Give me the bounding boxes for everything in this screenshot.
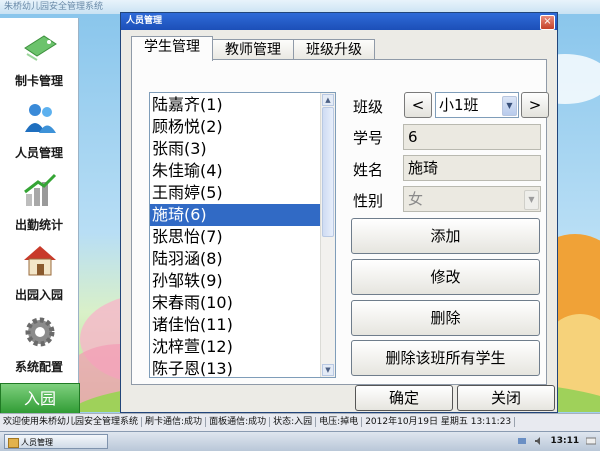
nav-personnel-management[interactable]: 人员管理 [0,96,78,164]
status-welcome: 欢迎使用朱桥幼儿园安全管理系统 [0,417,143,427]
nav-attendance-stats[interactable]: 出勤统计 [0,168,78,236]
nav-card-management[interactable]: 制卡管理 [0,24,78,92]
list-item[interactable]: 朱佳瑜(4) [150,160,323,182]
gender-select[interactable]: 女 ▼ [403,186,541,212]
dialog-title-bar[interactable]: 人员管理 × [121,13,557,30]
gender-label: 性别 [353,192,384,210]
scroll-thumb[interactable] [322,107,334,237]
list-item[interactable]: 张思怡(7) [150,226,323,248]
scroll-down-icon[interactable]: ▼ [322,364,334,376]
status-bar: 欢迎使用朱桥幼儿园安全管理系统 刷卡通信:成功 面板通信:成功 状态:入园 电压:掉电 2… [0,413,600,431]
status-panel-comm: 面板通信:成功 [206,417,271,427]
card-icon [24,35,57,61]
entry-button[interactable]: 入园 [0,383,80,415]
tab-class-upgrade[interactable]: 班级升级 [293,39,375,61]
status-voltage: 电压:掉电 [316,417,363,427]
class-label: 班级 [353,98,384,116]
list-item[interactable]: 陆羽涵(8) [150,248,323,270]
nav-label: 出园入园 [14,288,63,302]
list-item[interactable]: 陆嘉齐(1) [150,94,323,116]
nav-label: 系统配置 [14,360,63,374]
bar-chart-icon [24,173,57,206]
list-item[interactable]: 陈子恩(13) [150,358,323,377]
delete-all-students-button[interactable]: 删除该班所有学生 [351,340,540,376]
cancel-button[interactable]: 关闭 [457,385,555,411]
class-select[interactable]: 小1班 ▼ [435,92,519,118]
edit-button[interactable]: 修改 [351,259,540,295]
name-field[interactable]: 施琦 [403,155,541,181]
list-item[interactable]: 诸佳怡(11) [150,314,323,336]
app-title: 朱桥幼儿园安全管理系统 [4,2,104,12]
next-class-button[interactable]: > [521,92,549,118]
ok-button[interactable]: 确定 [355,385,453,411]
list-item[interactable]: 孙邹轶(9) [150,270,323,292]
gear-icon [25,317,55,347]
dialog-title: 人员管理 [126,16,163,26]
network-icon[interactable] [517,436,527,446]
system-tray: 13:11 [513,434,596,449]
list-item[interactable]: 宋春雨(10) [150,292,323,314]
add-button[interactable]: 添加 [351,218,540,254]
nav-label: 制卡管理 [14,74,63,88]
student-id-label: 学号 [353,129,384,147]
status-state: 状态:入园 [270,417,317,427]
taskbar-window-button[interactable]: 人员管理 [4,434,108,449]
student-panel: 陆嘉齐(1) 顾杨悦(2) 张雨(3) 朱佳瑜(4) 王雨婷(5) 施琦(6) 张思怡(7)… [131,59,549,385]
chevron-down-icon[interactable]: ▼ [524,190,539,210]
taskbar-clock: 13:11 [550,436,580,446]
list-item[interactable]: 沈梓萱(12) [150,336,323,358]
delete-button[interactable]: 删除 [351,300,540,336]
nav-system-config[interactable]: 系统配置 [0,310,78,378]
list-item[interactable]: 顾杨悦(2) [150,116,323,138]
nav-label: 人员管理 [14,146,63,160]
scroll-up-icon[interactable]: ▲ [322,94,334,106]
taskbar: 人员管理 13:11 [0,431,600,451]
student-list[interactable]: 陆嘉齐(1) 顾杨悦(2) 张雨(3) 朱佳瑜(4) 王雨婷(5) 施琦(6) 张思怡(7)… [149,92,336,378]
volume-icon[interactable] [534,436,544,446]
main-sidebar: 制卡管理 人员管理 出勤统计 出园入园 系统配置 [0,18,79,412]
taskbar-window-label: 人员管理 [21,438,53,447]
name-label: 姓名 [353,161,384,179]
tab-student-management[interactable]: 学生管理 [131,36,213,61]
nav-entry-exit[interactable]: 出园入园 [0,238,78,306]
tab-teacher-management[interactable]: 教师管理 [212,39,294,61]
status-card-comm: 刷卡通信:成功 [142,417,207,427]
student-id-field[interactable]: 6 [403,124,541,150]
list-item[interactable]: 施琦(6) [150,204,323,226]
list-scrollbar[interactable]: ▲ ▼ [320,93,335,377]
list-item[interactable]: 张雨(3) [150,138,323,160]
people-icon [25,104,56,133]
folder-icon [8,438,19,448]
class-value: 小1班 [439,96,479,114]
list-item[interactable]: 王雨婷(5) [150,182,323,204]
prev-class-button[interactable]: < [404,92,432,118]
house-icon [24,246,56,276]
status-datetime: 2012年10月19日 星期五 13:11:23 [362,417,516,427]
personnel-dialog: 人员管理 × 学生管理 教师管理 班级升级 陆嘉齐(1) 顾杨悦(2) 张雨(3) 朱… [120,12,558,413]
keyboard-icon[interactable] [586,436,596,446]
nav-label: 出勤统计 [14,218,63,232]
gender-value: 女 [408,190,424,208]
chevron-down-icon[interactable]: ▼ [502,96,517,116]
close-icon[interactable]: × [540,15,555,30]
